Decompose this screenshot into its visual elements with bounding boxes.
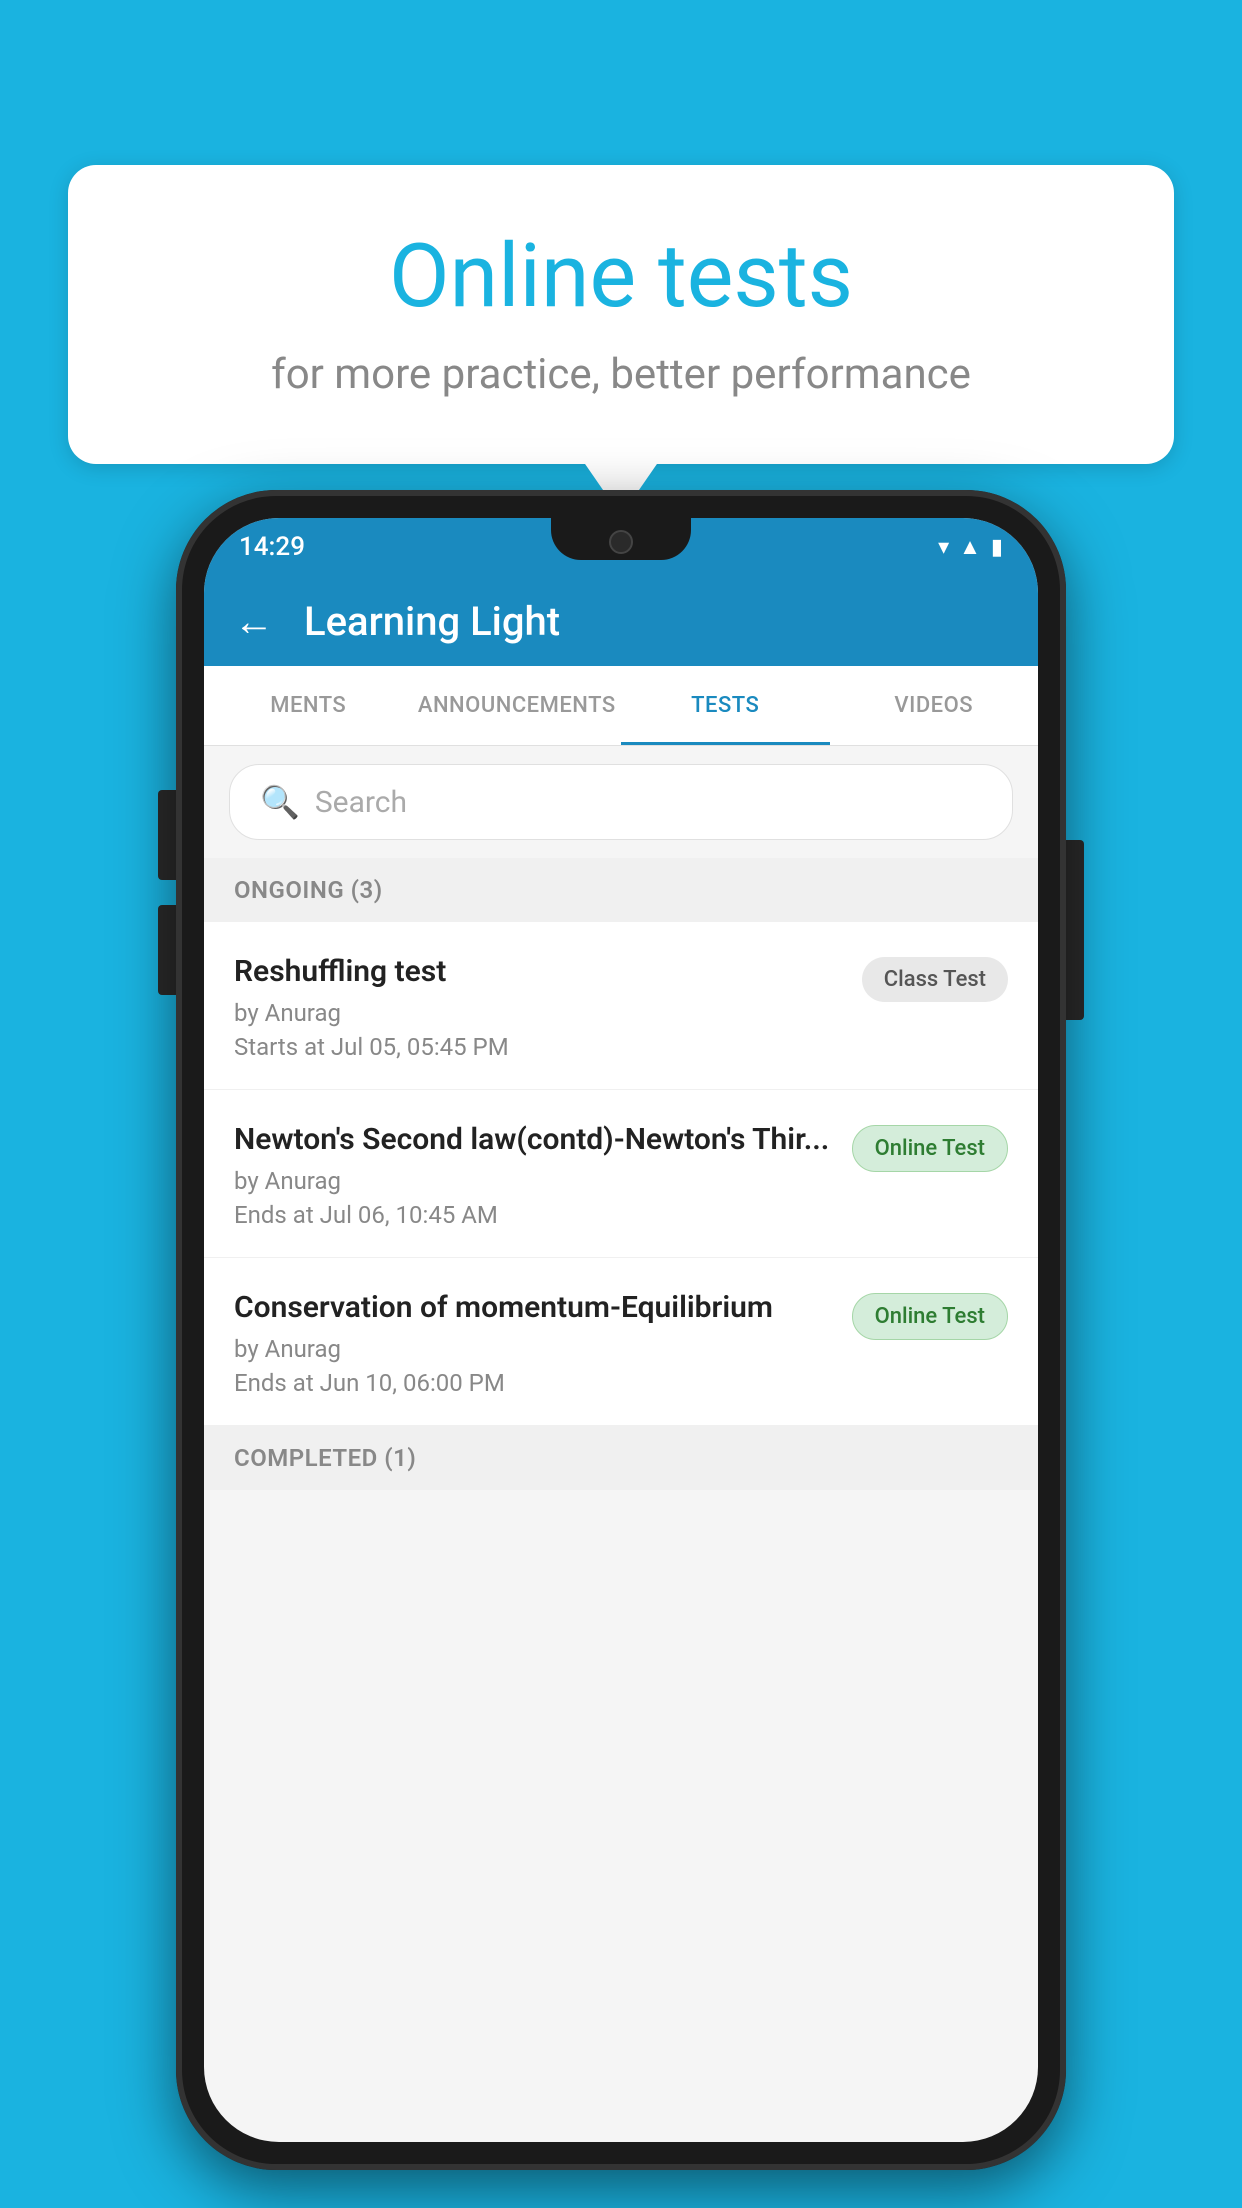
tab-ments[interactable]: MENTS [204,666,413,745]
phone-screen: 14:29 ▾ ▲ ▮ ← Learning Light MENTS ANNOU… [204,518,1038,2142]
power-button [1066,840,1084,1020]
front-camera [609,530,633,554]
back-button[interactable]: ← [234,598,274,645]
app-header: ← Learning Light [204,576,1038,666]
tab-videos[interactable]: VIDEOS [830,666,1039,745]
battery-icon: ▮ [991,535,1003,560]
search-placeholder: Search [315,785,407,820]
test-item[interactable]: Newton's Second law(contd)-Newton's Thir… [204,1090,1038,1258]
volume-down-button [158,905,176,995]
tab-announcements[interactable]: ANNOUNCEMENTS [413,666,622,745]
test-badge-online: Online Test [852,1125,1008,1172]
test-author: by Anurag [234,999,842,1027]
ongoing-section-header: ONGOING (3) [204,858,1038,922]
notch [551,518,691,560]
test-item[interactable]: Conservation of momentum-Equilibrium by … [204,1258,1038,1426]
test-name: Newton's Second law(contd)-Newton's Thir… [234,1120,832,1159]
test-info: Newton's Second law(contd)-Newton's Thir… [234,1120,852,1229]
speech-bubble: Online tests for more practice, better p… [68,165,1174,464]
test-time: Ends at Jul 06, 10:45 AM [234,1201,832,1229]
test-info: Reshuffling test by Anurag Starts at Jul… [234,952,862,1061]
test-author: by Anurag [234,1167,832,1195]
completed-section-header: COMPLETED (1) [204,1426,1038,1490]
test-badge-class: Class Test [862,957,1008,1002]
test-author: by Anurag [234,1335,832,1363]
wifi-icon: ▾ [938,535,949,560]
volume-buttons [158,790,176,995]
signal-icon: ▲ [959,534,981,560]
search-bar[interactable]: 🔍 Search [229,764,1013,840]
test-name: Reshuffling test [234,952,842,991]
status-time: 14:29 [239,532,305,562]
phone-mockup: 14:29 ▾ ▲ ▮ ← Learning Light MENTS ANNOU… [176,490,1066,2170]
test-time: Ends at Jun 10, 06:00 PM [234,1369,832,1397]
app-title: Learning Light [304,598,560,645]
search-container: 🔍 Search [204,746,1038,858]
volume-up-button [158,790,176,880]
power-button-shape [1066,840,1084,1020]
status-icons: ▾ ▲ ▮ [938,534,1003,560]
search-icon: 🔍 [260,783,300,821]
bubble-subtitle: for more practice, better performance [118,350,1124,399]
test-time: Starts at Jul 05, 05:45 PM [234,1033,842,1061]
tabs-bar: MENTS ANNOUNCEMENTS TESTS VIDEOS [204,666,1038,746]
tab-tests[interactable]: TESTS [621,666,830,745]
test-badge-online-2: Online Test [852,1293,1008,1340]
test-info: Conservation of momentum-Equilibrium by … [234,1288,852,1397]
test-name: Conservation of momentum-Equilibrium [234,1288,832,1327]
bubble-title: Online tests [118,225,1124,328]
test-item[interactable]: Reshuffling test by Anurag Starts at Jul… [204,922,1038,1090]
